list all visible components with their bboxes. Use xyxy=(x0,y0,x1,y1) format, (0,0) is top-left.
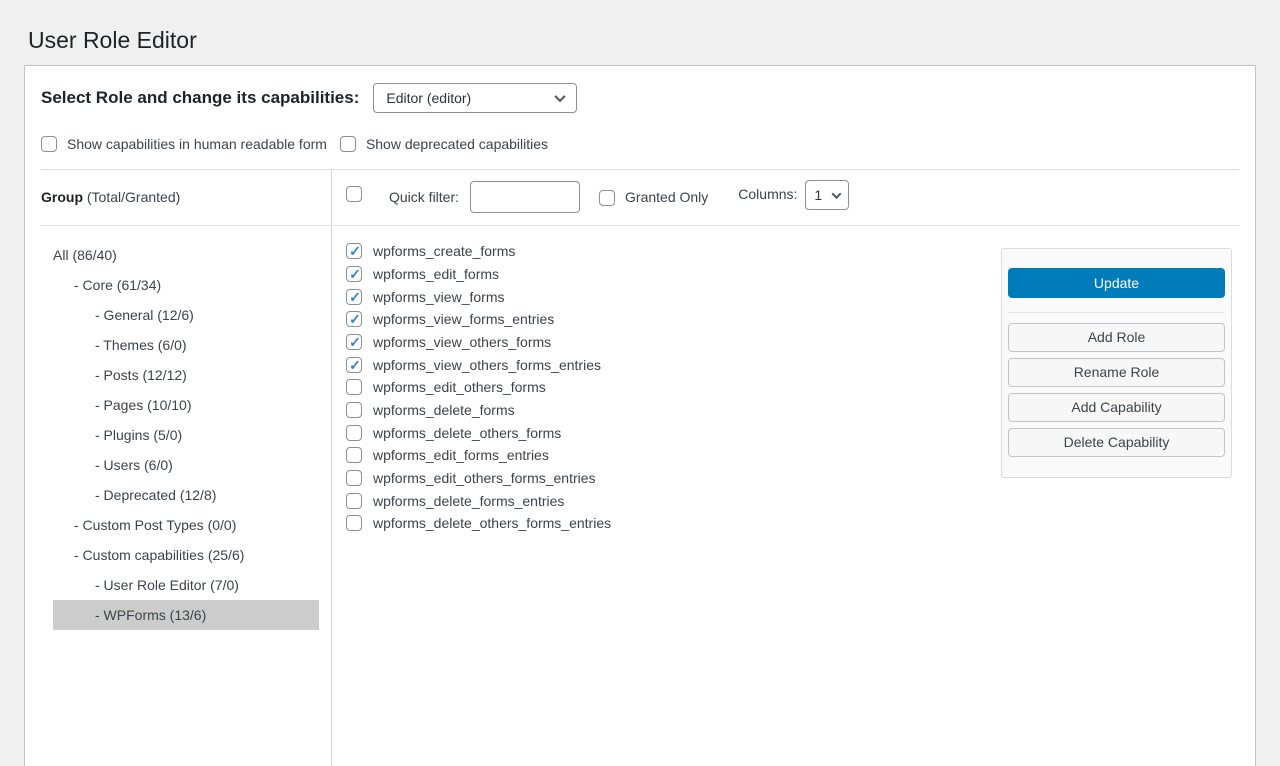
content-area: All (86/40)- Core (61/34)- General (12/6… xyxy=(25,226,1255,766)
columns-header: Group (Total/Granted) Quick filter: Gran… xyxy=(25,170,1255,225)
capability-row: wpforms_edit_forms xyxy=(346,263,1001,286)
role-select[interactable]: Editor (editor) xyxy=(373,83,577,113)
quick-filter-input[interactable] xyxy=(470,181,580,213)
deprecated-label: Show deprecated capabilities xyxy=(366,136,548,152)
capability-checkbox[interactable] xyxy=(346,289,362,305)
group-tree-item[interactable]: All (86/40) xyxy=(53,240,319,270)
add-capability-button[interactable]: Add Capability xyxy=(1008,393,1225,422)
select-all-checkbox[interactable] xyxy=(346,186,362,202)
columns-label: Columns: xyxy=(738,186,797,202)
chevron-down-icon xyxy=(555,91,566,102)
add-role-button[interactable]: Add Role xyxy=(1008,323,1225,352)
capability-label: wpforms_edit_forms_entries xyxy=(373,447,549,463)
capability-label: wpforms_view_forms_entries xyxy=(373,311,554,327)
capability-checkbox[interactable] xyxy=(346,515,362,531)
capability-checkbox[interactable] xyxy=(346,266,362,282)
capability-label: wpforms_view_forms xyxy=(373,289,504,305)
capability-checkbox[interactable] xyxy=(346,379,362,395)
group-header: Group (Total/Granted) xyxy=(25,170,332,225)
capability-row: wpforms_delete_others_forms_entries xyxy=(346,512,1001,535)
deprecated-checkbox[interactable] xyxy=(340,136,356,152)
group-tree-item[interactable]: - Custom capabilities (25/6) xyxy=(53,540,319,570)
granted-only-checkbox[interactable] xyxy=(599,190,615,206)
capability-label: wpforms_delete_forms xyxy=(373,402,515,418)
capability-label: wpforms_edit_others_forms xyxy=(373,379,546,395)
columns-select[interactable]: 1 xyxy=(805,180,849,210)
deprecated-option: Show deprecated capabilities xyxy=(340,136,548,152)
role-selector-label: Select Role and change its capabilities: xyxy=(41,88,359,108)
capability-row: wpforms_delete_others_forms xyxy=(346,421,1001,444)
capability-row: wpforms_edit_others_forms xyxy=(346,376,1001,399)
capability-label: wpforms_edit_forms xyxy=(373,266,499,282)
capability-checkbox[interactable] xyxy=(346,402,362,418)
group-tree-item[interactable]: - Core (61/34) xyxy=(53,270,319,300)
capability-row: wpforms_view_others_forms_entries xyxy=(346,353,1001,376)
capability-label: wpforms_create_forms xyxy=(373,243,515,259)
columns-select-value: 1 xyxy=(814,187,822,203)
capability-checkbox[interactable] xyxy=(346,447,362,463)
group-tree-item[interactable]: - WPForms (13/6) xyxy=(53,600,319,630)
human-readable-label: Show capabilities in human readable form xyxy=(67,136,327,152)
update-button[interactable]: Update xyxy=(1008,268,1225,298)
capabilities-column: wpforms_create_forms wpforms_edit_formswp… xyxy=(332,226,1255,766)
capabilities-list: wpforms_create_forms wpforms_edit_formswp… xyxy=(346,240,1001,535)
group-header-bold: Group xyxy=(41,189,83,205)
capability-row: wpforms_delete_forms_entries xyxy=(346,489,1001,512)
capability-checkbox[interactable] xyxy=(346,357,362,373)
group-tree-item[interactable]: - Users (6/0) xyxy=(53,450,319,480)
groups-column: All (86/40)- Core (61/34)- General (12/6… xyxy=(25,226,332,766)
human-readable-checkbox[interactable] xyxy=(41,136,57,152)
capability-checkbox[interactable] xyxy=(346,493,362,509)
group-tree-item[interactable]: - Pages (10/10) xyxy=(53,390,319,420)
group-tree-item[interactable]: - Deprecated (12/8) xyxy=(53,480,319,510)
group-tree-item[interactable]: - Themes (6/0) xyxy=(53,330,319,360)
capability-row: wpforms_edit_others_forms_entries xyxy=(346,467,1001,490)
chevron-down-icon xyxy=(832,189,842,199)
group-tree-item[interactable]: - Custom Post Types (0/0) xyxy=(53,510,319,540)
human-readable-option: Show capabilities in human readable form xyxy=(41,136,327,152)
display-options-row: Show capabilities in human readable form… xyxy=(25,113,1255,155)
page-title: User Role Editor xyxy=(0,0,1280,56)
role-selector-row: Select Role and change its capabilities:… xyxy=(25,66,1255,113)
capability-checkbox[interactable] xyxy=(346,470,362,486)
actions-divider xyxy=(1008,312,1225,313)
capability-row: wpforms_edit_forms_entries xyxy=(346,444,1001,467)
capability-label: wpforms_view_others_forms xyxy=(373,334,551,350)
capability-checkbox[interactable] xyxy=(346,311,362,327)
capability-label: wpforms_delete_others_forms xyxy=(373,425,561,441)
capability-row: wpforms_view_forms xyxy=(346,285,1001,308)
capability-checkbox[interactable] xyxy=(346,425,362,441)
capability-label: wpforms_delete_others_forms_entries xyxy=(373,515,611,531)
capability-label: wpforms_edit_others_forms_entries xyxy=(373,470,596,486)
delete-capability-button[interactable]: Delete Capability xyxy=(1008,428,1225,457)
actions-panel: Update Add Role Rename Role Add Capabili… xyxy=(1001,248,1232,478)
granted-only-label: Granted Only xyxy=(625,189,708,205)
rename-role-button[interactable]: Rename Role xyxy=(1008,358,1225,387)
groups-tree: All (86/40)- Core (61/34)- General (12/6… xyxy=(53,240,319,630)
quick-filter-label: Quick filter: xyxy=(389,189,459,205)
group-tree-item[interactable]: - General (12/6) xyxy=(53,300,319,330)
capability-row: wpforms_view_others_forms xyxy=(346,331,1001,354)
capability-label: wpforms_view_others_forms_entries xyxy=(373,357,601,373)
capability-checkbox[interactable] xyxy=(346,243,362,259)
role-select-value: Editor (editor) xyxy=(386,90,471,106)
group-tree-item[interactable]: - User Role Editor (7/0) xyxy=(53,570,319,600)
group-header-rest: (Total/Granted) xyxy=(83,189,180,205)
capability-row: wpforms_create_forms xyxy=(346,240,1001,263)
user-role-editor-panel: Select Role and change its capabilities:… xyxy=(24,65,1256,766)
capability-row: wpforms_view_forms_entries xyxy=(346,308,1001,331)
capability-label: wpforms_delete_forms_entries xyxy=(373,493,564,509)
group-tree-item[interactable]: - Plugins (5/0) xyxy=(53,420,319,450)
capability-checkbox[interactable] xyxy=(346,334,362,350)
capability-row: wpforms_delete_forms xyxy=(346,399,1001,422)
filter-bar: Quick filter: Granted Only Columns: 1 xyxy=(332,170,1255,225)
group-tree-item[interactable]: - Posts (12/12) xyxy=(53,360,319,390)
